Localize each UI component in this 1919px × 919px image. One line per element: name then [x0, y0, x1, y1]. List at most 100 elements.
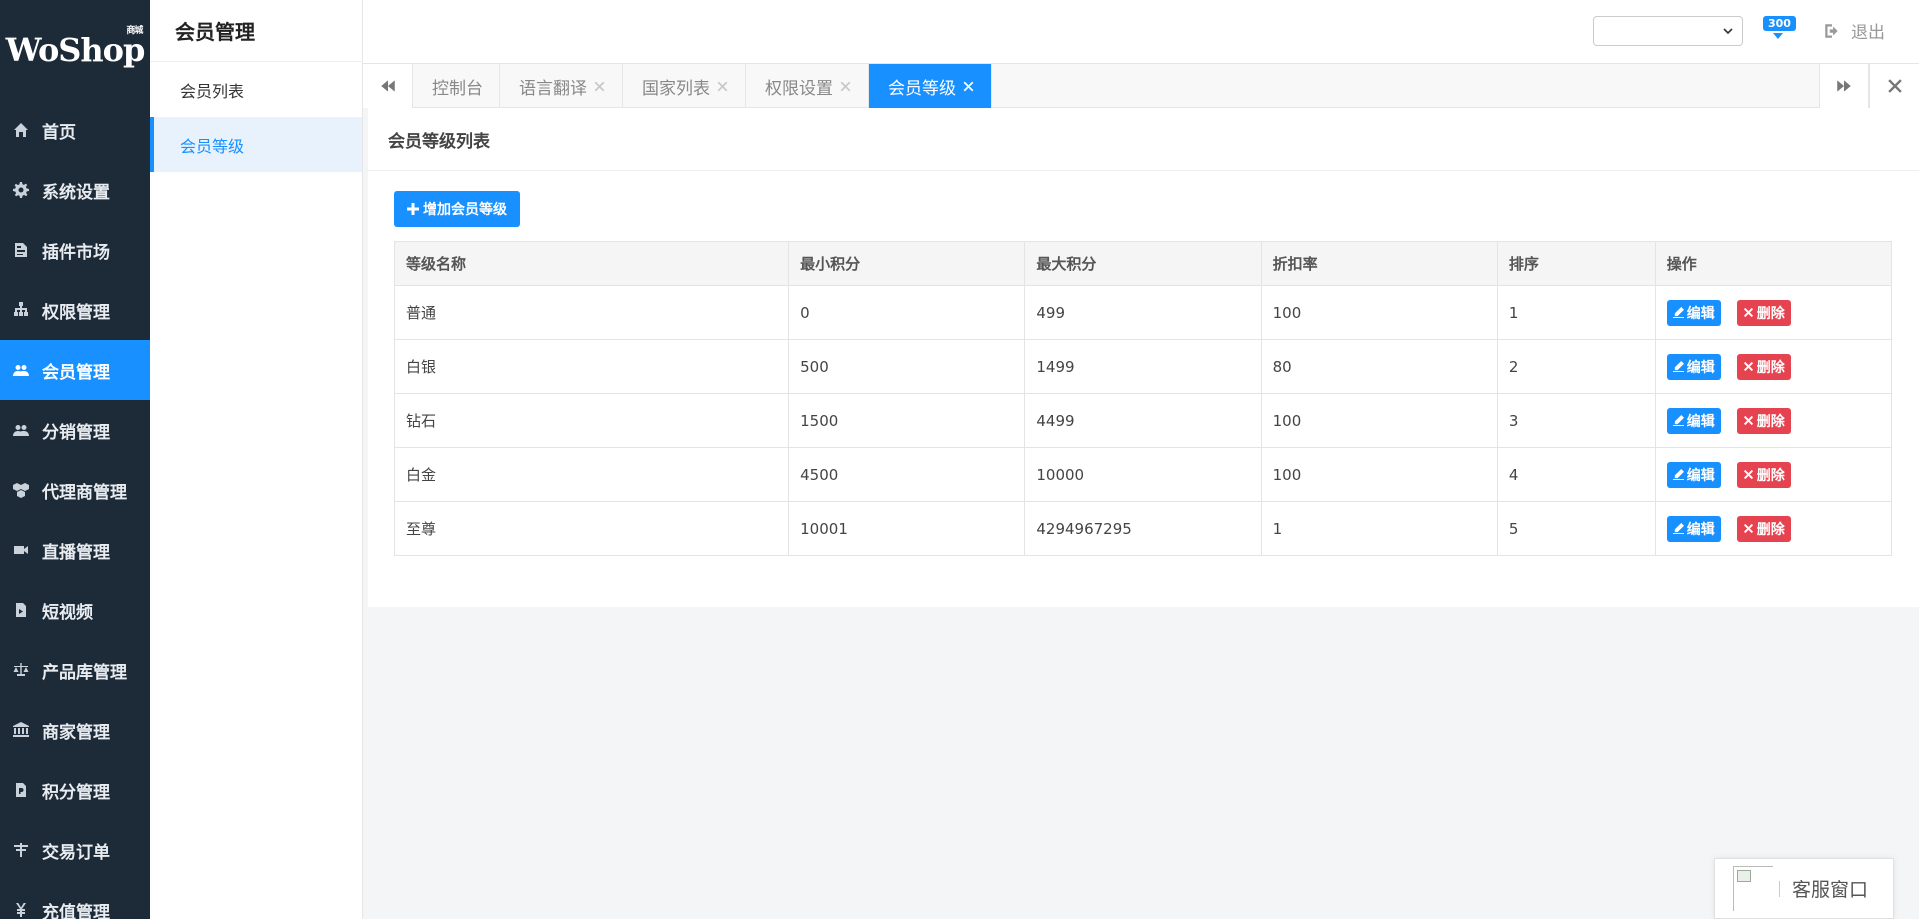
message-button[interactable]: 300 — [1759, 16, 1796, 46]
delete-button[interactable]: 删除 — [1736, 515, 1791, 542]
column-header: 最小积分 — [788, 241, 1026, 286]
plugin-icon — [15, 243, 27, 257]
tab-2[interactable]: 国家列表 — [623, 64, 746, 108]
edit-button[interactable]: 编辑 — [1666, 461, 1721, 488]
tab-1[interactable]: 语言翻译 — [500, 64, 623, 108]
backward-icon — [380, 80, 395, 92]
logo[interactable]: WoShop 商城 — [0, 0, 150, 100]
member-level-table: 等级名称 最小积分 最大积分 折扣率 排序 操作 普通 0 499 100 1 编辑 删除 白银 500 1… — [393, 241, 1893, 556]
table-cell: 5 — [1496, 501, 1656, 556]
main-sidebar: WoShop 商城 首页系统设置 插件市场 权限管理 会员管理 分销管理代理商管理直播管理… — [0, 0, 150, 919]
close-icon[interactable] — [716, 80, 729, 93]
home-icon — [12, 121, 30, 139]
customer-service-label: 客服窗口 — [1792, 879, 1869, 901]
add-member-level-button[interactable]: 增加会员等级 — [394, 191, 520, 227]
delete-button[interactable]: 删除 — [1736, 353, 1791, 380]
edit-button[interactable]: 编辑 — [1666, 353, 1721, 380]
tabs-scroll-left-button[interactable] — [363, 64, 413, 108]
sidebar-item-label: 代理商管理 — [42, 482, 127, 503]
tab-4[interactable]: 会员等级 — [869, 64, 992, 108]
sidebar-item-5[interactable]: 分销管理 — [0, 400, 150, 460]
table-cell: 4 — [1496, 447, 1656, 502]
table-cell: 白金 — [393, 447, 790, 502]
pencil-icon — [1672, 361, 1684, 372]
table-actions-cell: 编辑 删除 — [1654, 339, 1893, 394]
table-cell: 1500 — [788, 393, 1026, 448]
sidebar-item-label: 交易订单 — [42, 842, 110, 863]
delete-button[interactable]: 删除 — [1736, 461, 1791, 488]
video-camera-icon — [14, 546, 28, 554]
sidebar-item-6[interactable]: 代理商管理 — [0, 460, 150, 520]
pencil-icon — [1672, 469, 1684, 480]
sidebar-item-11[interactable]: 积分管理 — [0, 760, 150, 820]
language-select[interactable] — [1593, 16, 1743, 46]
yen-icon — [12, 901, 30, 919]
sub-sidebar-item-0[interactable]: 会员列表 — [150, 62, 362, 117]
customer-service-window[interactable]: 客服窗口 — [1714, 858, 1894, 919]
edit-button[interactable]: 编辑 — [1666, 299, 1721, 326]
tab-0[interactable]: 控制台 — [413, 64, 500, 108]
cubes-icon — [13, 483, 29, 498]
table-cell: 1499 — [1024, 339, 1262, 394]
balance-scale-icon — [12, 661, 30, 679]
sidebar-item-13[interactable]: 充值管理 — [0, 880, 150, 919]
table-cell: 4499 — [1024, 393, 1262, 448]
table-cell: 至尊 — [393, 501, 790, 556]
logo-sub: 商城 — [126, 26, 143, 36]
sidebar-item-10[interactable]: 商家管理 — [0, 700, 150, 760]
forward-icon — [1837, 80, 1851, 92]
sidebar-item-label: 首页 — [42, 122, 76, 143]
tab-label: 控制台 — [432, 78, 483, 99]
logo-text: WoShop 商城 — [6, 26, 146, 69]
table-cell: 10000 — [1024, 447, 1262, 502]
edit-label: 编辑 — [1686, 359, 1715, 376]
sidebar-item-1[interactable]: 系统设置 — [0, 160, 150, 220]
tabs-scroll-right-button[interactable] — [1819, 64, 1869, 108]
close-icon[interactable] — [839, 80, 852, 93]
tab-label: 会员等级 — [888, 78, 956, 99]
sidebar-item-3[interactable]: 权限管理 — [0, 280, 150, 340]
sidebar-item-9[interactable]: 产品库管理 — [0, 640, 150, 700]
table-cell: 普通 — [393, 285, 790, 340]
sidebar-item-0[interactable]: 首页 — [0, 100, 150, 160]
table-cell: 100 — [1260, 447, 1498, 502]
gear-icon — [13, 182, 29, 198]
sidebar-item-4[interactable]: 会员管理 — [0, 340, 150, 400]
delete-label: 删除 — [1756, 359, 1785, 376]
sidebar-item-7[interactable]: 直播管理 — [0, 520, 150, 580]
edit-button[interactable]: 编辑 — [1666, 407, 1721, 434]
logout-button[interactable]: 退出 — [1823, 18, 1885, 43]
sidebar-item-8[interactable]: 短视频 — [0, 580, 150, 640]
video-camera-icon — [12, 541, 30, 559]
logout-label: 退出 — [1851, 23, 1885, 43]
table-actions-cell: 编辑 删除 — [1654, 285, 1893, 340]
close-icon[interactable] — [962, 80, 975, 93]
sub-sidebar: 会员管理 会员列表 会员等级 — [150, 0, 363, 919]
table-row: 白金 4500 10000 100 4 编辑 删除 — [393, 447, 1893, 502]
table-cell: 100 — [1260, 285, 1498, 340]
table-actions-cell: 编辑 删除 — [1654, 393, 1893, 448]
table-row: 普通 0 499 100 1 编辑 删除 — [393, 285, 1893, 340]
times-circle-icon — [1743, 307, 1753, 318]
sidebar-item-2[interactable]: 插件市场 — [0, 220, 150, 280]
sidebar-nav: 首页系统设置 插件市场 权限管理 会员管理 分销管理代理商管理直播管理 短视频 产品库管理商… — [0, 100, 150, 919]
table-actions-cell: 编辑 删除 — [1654, 447, 1893, 502]
file-points-icon — [16, 783, 26, 797]
delete-button[interactable]: 删除 — [1736, 299, 1791, 326]
close-all-tabs-button[interactable] — [1869, 64, 1919, 108]
add-button-label: 增加会员等级 — [423, 202, 507, 218]
sidebar-item-12[interactable]: 交易订单 — [0, 820, 150, 880]
sidebar-item-label: 商家管理 — [42, 722, 110, 743]
table-cell: 1 — [1260, 501, 1498, 556]
sub-sidebar-item-1[interactable]: 会员等级 — [150, 117, 362, 172]
column-header: 操作 — [1654, 241, 1893, 286]
column-header: 等级名称 — [393, 241, 790, 286]
delete-button[interactable]: 删除 — [1736, 407, 1791, 434]
users-icon — [13, 425, 29, 436]
tab-3[interactable]: 权限设置 — [746, 64, 869, 108]
edit-button[interactable]: 编辑 — [1666, 515, 1721, 542]
divider — [1779, 880, 1780, 897]
users-icon — [12, 361, 30, 379]
member-level-panel: 会员等级列表 增加会员等级 等级名称 最小积分 最大积分 折扣率 排序 操作 普通 0 499… — [368, 108, 1919, 607]
close-icon[interactable] — [593, 80, 606, 93]
